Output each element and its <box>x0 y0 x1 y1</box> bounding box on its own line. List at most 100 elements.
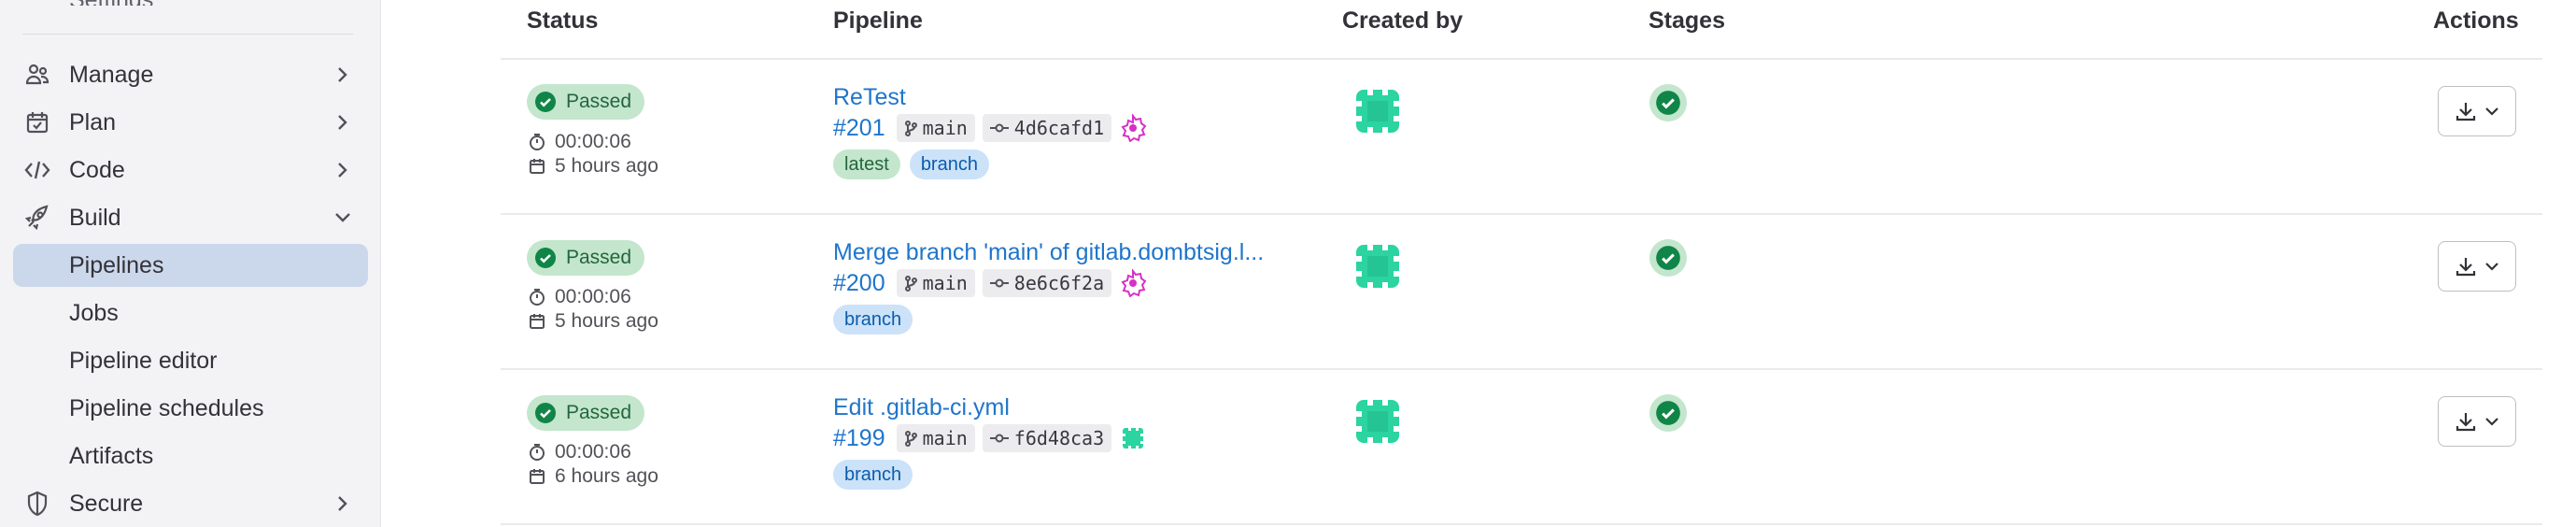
chevron-down-icon <box>333 207 353 228</box>
column-header-actions: Actions <box>2433 7 2519 34</box>
sidebar-divider <box>22 34 353 35</box>
sidebar-item-pipeline-schedules[interactable]: Pipeline schedules <box>13 387 368 430</box>
timer-icon <box>530 289 545 306</box>
branch-name: main <box>922 427 968 449</box>
branch-ref[interactable]: main <box>896 269 975 297</box>
rocket-icon <box>24 205 50 231</box>
download-artifacts-button[interactable] <box>2438 396 2516 447</box>
table-row: Passed 00:00:06 5 hours ago ReTest #201 … <box>501 60 2542 215</box>
finished-time: 6 hours ago <box>529 465 658 488</box>
download-artifacts-button[interactable] <box>2438 86 2516 136</box>
branch-ref[interactable]: main <box>896 424 975 452</box>
tag-latest: latest <box>833 150 900 179</box>
sidebar-item-artifacts[interactable]: Artifacts <box>13 434 368 477</box>
duration-value: 00:00:06 <box>555 286 631 307</box>
status-success-icon <box>535 403 556 423</box>
sidebar-item-label: Artifacts <box>69 442 154 469</box>
pipeline-tags: branch <box>833 460 913 490</box>
download-artifacts-button[interactable] <box>2438 241 2516 292</box>
status-label: Passed <box>566 247 632 268</box>
stage-status-icon[interactable] <box>1649 239 1687 277</box>
author-avatar-icon[interactable] <box>1119 114 1147 142</box>
stage-status-icon[interactable] <box>1649 394 1687 432</box>
column-header-stages: Stages <box>1649 7 1725 34</box>
pipeline-id-link[interactable]: #201 <box>833 115 885 142</box>
commit-icon <box>989 123 1009 133</box>
commit-sha: 4d6cafd1 <box>1013 117 1105 139</box>
sidebar-item-pipeline-editor[interactable]: Pipeline editor <box>13 339 368 382</box>
user-avatar[interactable] <box>1351 84 1405 138</box>
author-avatar-icon[interactable] <box>1119 269 1147 297</box>
chevron-right-icon <box>333 64 353 85</box>
pipeline-title-link[interactable]: ReTest <box>833 84 906 111</box>
sidebar-item-partial[interactable]: Settings <box>69 0 256 6</box>
table-row: Passed 00:00:06 5 hours ago Merge branch… <box>501 215 2542 370</box>
download-icon <box>2456 413 2476 432</box>
sidebar-item-label: Manage <box>69 61 154 88</box>
table-row: Passed 00:00:06 6 hours ago Edit .gitlab… <box>501 370 2542 525</box>
pipeline-title-link[interactable]: Merge branch 'main' of gitlab.dombtsig.l… <box>833 239 1264 266</box>
sidebar-item-build[interactable]: Build <box>13 196 368 239</box>
commit-ref[interactable]: 4d6cafd1 <box>982 114 1112 142</box>
column-header-created-by: Created by <box>1342 7 1464 34</box>
user-avatar[interactable] <box>1351 394 1405 449</box>
status-label: Passed <box>566 91 632 112</box>
branch-name: main <box>922 117 968 139</box>
sidebar-item-label: Pipeline editor <box>69 347 218 374</box>
sidebar-item-manage[interactable]: Manage <box>13 53 368 96</box>
chevron-down-icon <box>2485 107 2498 116</box>
status-badge[interactable]: Passed <box>527 395 645 431</box>
pipeline-id-link[interactable]: #200 <box>833 270 885 297</box>
sidebar-item-code[interactable]: Code <box>13 149 368 192</box>
pipeline-ref-line: #200 main 8e6c6f2a <box>833 269 1147 297</box>
duration: 00:00:06 <box>529 441 631 463</box>
commit-ref[interactable]: f6d48ca3 <box>982 424 1112 452</box>
sidebar-item-label: Pipelines <box>69 251 164 278</box>
sidebar-item-plan[interactable]: Plan <box>13 101 368 144</box>
pipeline-title-link[interactable]: Edit .gitlab-ci.yml <box>833 394 1010 421</box>
sidebar-item-pipelines[interactable]: Pipelines <box>13 244 368 287</box>
branch-icon <box>904 121 917 136</box>
pipeline-id-link[interactable]: #199 <box>833 425 885 452</box>
commit-ref[interactable]: 8e6c6f2a <box>982 269 1112 297</box>
commit-icon <box>989 434 1009 443</box>
tag-branch: branch <box>909 150 989 179</box>
finished-value: 5 hours ago <box>555 155 658 177</box>
chevron-right-icon <box>333 493 353 514</box>
status-label: Passed <box>566 402 632 423</box>
finished-time: 5 hours ago <box>529 310 658 333</box>
pipeline-ref-line: #201 main 4d6cafd1 <box>833 114 1147 142</box>
status-badge[interactable]: Passed <box>527 84 645 120</box>
duration-value: 00:00:06 <box>555 131 631 152</box>
sidebar-item-label: Code <box>69 156 125 183</box>
branch-ref[interactable]: main <box>896 114 975 142</box>
sidebar-item-label: Pipeline schedules <box>69 394 264 421</box>
stage-status-icon[interactable] <box>1649 84 1687 121</box>
timer-icon <box>530 134 545 150</box>
user-avatar[interactable] <box>1351 239 1405 293</box>
chevron-down-icon <box>2485 263 2498 271</box>
pipeline-ref-line: #199 main f6d48ca3 <box>833 424 1147 452</box>
status-badge[interactable]: Passed <box>527 240 645 276</box>
tag-branch: branch <box>833 460 913 490</box>
download-icon <box>2456 258 2476 277</box>
column-header-pipeline: Pipeline <box>833 7 923 34</box>
users-icon <box>24 62 50 88</box>
commit-sha: f6d48ca3 <box>1013 427 1105 449</box>
sidebar-item-secure[interactable]: Secure <box>13 482 368 525</box>
branch-name: main <box>922 272 968 294</box>
finished-time: 5 hours ago <box>529 155 658 178</box>
shield-icon <box>24 491 50 517</box>
sidebar-item-label: Build <box>69 204 121 231</box>
status-success-icon <box>535 248 556 268</box>
author-avatar-icon[interactable] <box>1119 424 1147 452</box>
pipeline-tags: latest branch <box>833 150 989 179</box>
tag-branch: branch <box>833 305 913 335</box>
calendar-icon <box>530 469 545 484</box>
sidebar: Settings Manage Plan Code Build Pipeline… <box>0 0 381 527</box>
sidebar-item-jobs[interactable]: Jobs <box>13 292 368 335</box>
pipelines-table: Status Pipeline Created by Stages Action… <box>501 0 2542 527</box>
calendar-icon <box>530 314 545 329</box>
sidebar-item-label: Secure <box>69 490 144 517</box>
calendar-icon <box>24 109 50 135</box>
